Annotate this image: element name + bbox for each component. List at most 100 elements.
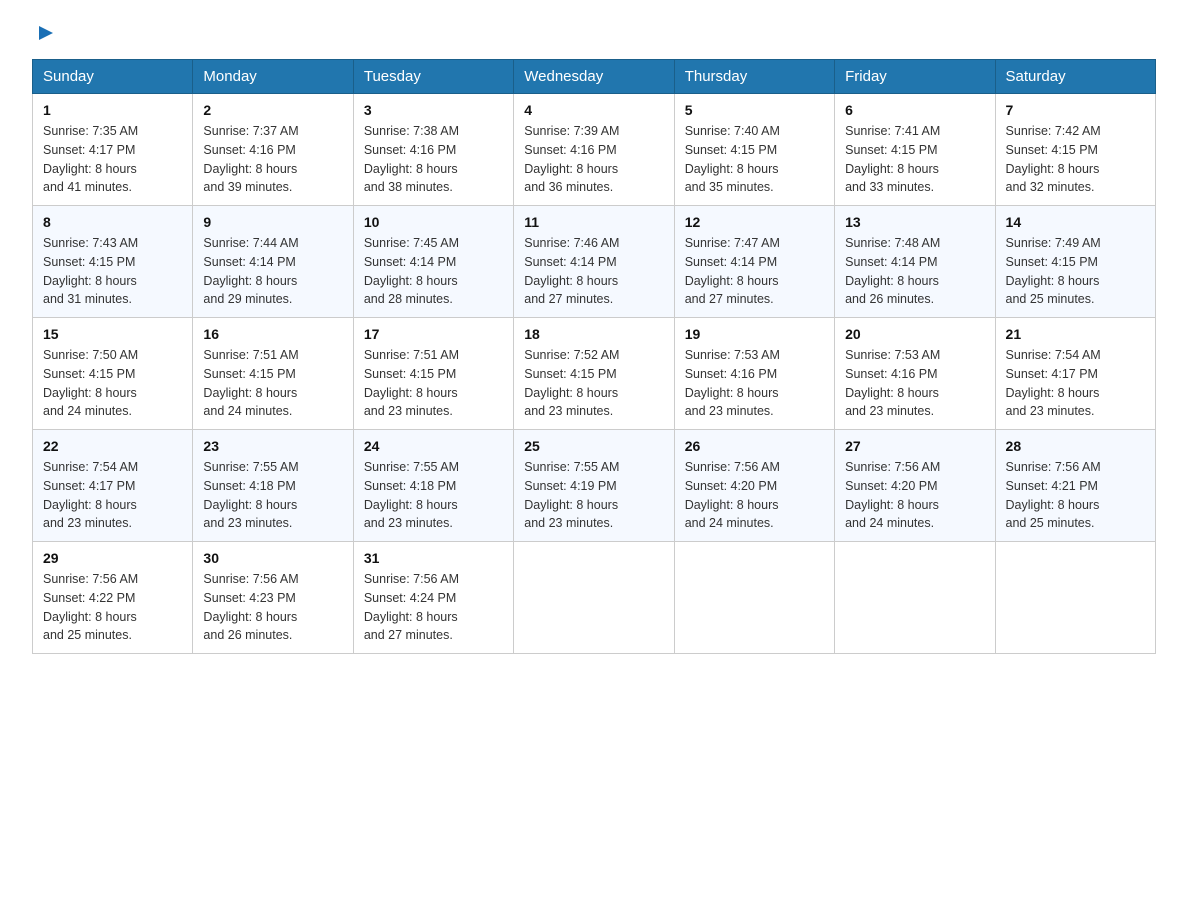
day-number: 18 — [524, 326, 663, 342]
weekday-header-row: SundayMondayTuesdayWednesdayThursdayFrid… — [33, 60, 1156, 94]
day-number: 21 — [1006, 326, 1145, 342]
calendar-week-row: 22 Sunrise: 7:54 AMSunset: 4:17 PMDayligh… — [33, 430, 1156, 542]
calendar-day-cell: 13 Sunrise: 7:48 AMSunset: 4:14 PMDayligh… — [835, 206, 995, 318]
day-info: Sunrise: 7:47 AMSunset: 4:14 PMDaylight:… — [685, 234, 824, 309]
day-number: 24 — [364, 438, 503, 454]
day-info: Sunrise: 7:56 AMSunset: 4:23 PMDaylight:… — [203, 570, 342, 645]
day-number: 11 — [524, 214, 663, 230]
logo — [32, 24, 55, 47]
day-info: Sunrise: 7:56 AMSunset: 4:22 PMDaylight:… — [43, 570, 182, 645]
day-number: 22 — [43, 438, 182, 454]
weekday-header-saturday: Saturday — [995, 60, 1155, 94]
day-info: Sunrise: 7:43 AMSunset: 4:15 PMDaylight:… — [43, 234, 182, 309]
calendar-day-cell: 24 Sunrise: 7:55 AMSunset: 4:18 PMDayligh… — [353, 430, 513, 542]
calendar-week-row: 29 Sunrise: 7:56 AMSunset: 4:22 PMDayligh… — [33, 542, 1156, 654]
day-info: Sunrise: 7:53 AMSunset: 4:16 PMDaylight:… — [845, 346, 984, 421]
day-number: 8 — [43, 214, 182, 230]
calendar-day-cell: 18 Sunrise: 7:52 AMSunset: 4:15 PMDayligh… — [514, 318, 674, 430]
empty-cell — [995, 542, 1155, 654]
day-info: Sunrise: 7:51 AMSunset: 4:15 PMDaylight:… — [203, 346, 342, 421]
calendar-day-cell: 28 Sunrise: 7:56 AMSunset: 4:21 PMDayligh… — [995, 430, 1155, 542]
empty-cell — [835, 542, 995, 654]
day-number: 26 — [685, 438, 824, 454]
day-number: 27 — [845, 438, 984, 454]
day-info: Sunrise: 7:44 AMSunset: 4:14 PMDaylight:… — [203, 234, 342, 309]
calendar-day-cell: 7 Sunrise: 7:42 AMSunset: 4:15 PMDaylight… — [995, 94, 1155, 206]
calendar-day-cell: 31 Sunrise: 7:56 AMSunset: 4:24 PMDayligh… — [353, 542, 513, 654]
day-info: Sunrise: 7:55 AMSunset: 4:19 PMDaylight:… — [524, 458, 663, 533]
day-number: 30 — [203, 550, 342, 566]
calendar-day-cell: 27 Sunrise: 7:56 AMSunset: 4:20 PMDayligh… — [835, 430, 995, 542]
day-number: 1 — [43, 102, 182, 118]
calendar-week-row: 15 Sunrise: 7:50 AMSunset: 4:15 PMDayligh… — [33, 318, 1156, 430]
calendar-day-cell: 29 Sunrise: 7:56 AMSunset: 4:22 PMDayligh… — [33, 542, 193, 654]
calendar-day-cell: 12 Sunrise: 7:47 AMSunset: 4:14 PMDayligh… — [674, 206, 834, 318]
calendar-day-cell: 17Sunrise: 7:51 AMSunset: 4:15 PMDayligh… — [353, 318, 513, 430]
weekday-header-monday: Monday — [193, 60, 353, 94]
calendar-day-cell: 14Sunrise: 7:49 AMSunset: 4:15 PMDayligh… — [995, 206, 1155, 318]
day-number: 10 — [364, 214, 503, 230]
day-number: 7 — [1006, 102, 1145, 118]
day-info: Sunrise: 7:56 AMSunset: 4:20 PMDaylight:… — [845, 458, 984, 533]
calendar-day-cell: 11Sunrise: 7:46 AMSunset: 4:14 PMDayligh… — [514, 206, 674, 318]
calendar-day-cell: 30 Sunrise: 7:56 AMSunset: 4:23 PMDayligh… — [193, 542, 353, 654]
day-info: Sunrise: 7:35 AMSunset: 4:17 PMDaylight:… — [43, 122, 182, 197]
weekday-header-thursday: Thursday — [674, 60, 834, 94]
calendar-week-row: 1 Sunrise: 7:35 AMSunset: 4:17 PMDaylight… — [33, 94, 1156, 206]
day-number: 2 — [203, 102, 342, 118]
day-number: 3 — [364, 102, 503, 118]
day-info: Sunrise: 7:39 AMSunset: 4:16 PMDaylight:… — [524, 122, 663, 197]
day-number: 12 — [685, 214, 824, 230]
calendar-day-cell: 19 Sunrise: 7:53 AMSunset: 4:16 PMDayligh… — [674, 318, 834, 430]
day-info: Sunrise: 7:48 AMSunset: 4:14 PMDaylight:… — [845, 234, 984, 309]
weekday-header-sunday: Sunday — [33, 60, 193, 94]
day-number: 29 — [43, 550, 182, 566]
calendar-day-cell: 1 Sunrise: 7:35 AMSunset: 4:17 PMDaylight… — [33, 94, 193, 206]
day-number: 14 — [1006, 214, 1145, 230]
weekday-header-wednesday: Wednesday — [514, 60, 674, 94]
calendar-day-cell: 22 Sunrise: 7:54 AMSunset: 4:17 PMDayligh… — [33, 430, 193, 542]
day-number: 20 — [845, 326, 984, 342]
calendar-week-row: 8 Sunrise: 7:43 AMSunset: 4:15 PMDaylight… — [33, 206, 1156, 318]
day-info: Sunrise: 7:54 AMSunset: 4:17 PMDaylight:… — [43, 458, 182, 533]
day-info: Sunrise: 7:56 AMSunset: 4:24 PMDaylight:… — [364, 570, 503, 645]
empty-cell — [514, 542, 674, 654]
calendar-day-cell: 6 Sunrise: 7:41 AMSunset: 4:15 PMDaylight… — [835, 94, 995, 206]
day-number: 9 — [203, 214, 342, 230]
calendar-day-cell: 4Sunrise: 7:39 AMSunset: 4:16 PMDaylight… — [514, 94, 674, 206]
weekday-header-friday: Friday — [835, 60, 995, 94]
calendar-day-cell: 8 Sunrise: 7:43 AMSunset: 4:15 PMDaylight… — [33, 206, 193, 318]
day-info: Sunrise: 7:41 AMSunset: 4:15 PMDaylight:… — [845, 122, 984, 197]
weekday-header-tuesday: Tuesday — [353, 60, 513, 94]
empty-cell — [674, 542, 834, 654]
day-number: 31 — [364, 550, 503, 566]
calendar-day-cell: 16Sunrise: 7:51 AMSunset: 4:15 PMDayligh… — [193, 318, 353, 430]
day-info: Sunrise: 7:52 AMSunset: 4:15 PMDaylight:… — [524, 346, 663, 421]
calendar-day-cell: 23Sunrise: 7:55 AMSunset: 4:18 PMDayligh… — [193, 430, 353, 542]
day-info: Sunrise: 7:54 AMSunset: 4:17 PMDaylight:… — [1006, 346, 1145, 421]
day-info: Sunrise: 7:53 AMSunset: 4:16 PMDaylight:… — [685, 346, 824, 421]
day-info: Sunrise: 7:38 AMSunset: 4:16 PMDaylight:… — [364, 122, 503, 197]
day-number: 5 — [685, 102, 824, 118]
calendar-day-cell: 26 Sunrise: 7:56 AMSunset: 4:20 PMDayligh… — [674, 430, 834, 542]
calendar-day-cell: 5 Sunrise: 7:40 AMSunset: 4:15 PMDaylight… — [674, 94, 834, 206]
day-number: 19 — [685, 326, 824, 342]
day-number: 28 — [1006, 438, 1145, 454]
calendar-day-cell: 10Sunrise: 7:45 AMSunset: 4:14 PMDayligh… — [353, 206, 513, 318]
calendar-day-cell: 21 Sunrise: 7:54 AMSunset: 4:17 PMDayligh… — [995, 318, 1155, 430]
day-number: 6 — [845, 102, 984, 118]
day-info: Sunrise: 7:40 AMSunset: 4:15 PMDaylight:… — [685, 122, 824, 197]
day-info: Sunrise: 7:56 AMSunset: 4:20 PMDaylight:… — [685, 458, 824, 533]
day-info: Sunrise: 7:50 AMSunset: 4:15 PMDaylight:… — [43, 346, 182, 421]
day-info: Sunrise: 7:55 AMSunset: 4:18 PMDaylight:… — [364, 458, 503, 533]
day-info: Sunrise: 7:51 AMSunset: 4:15 PMDaylight:… — [364, 346, 503, 421]
day-info: Sunrise: 7:56 AMSunset: 4:21 PMDaylight:… — [1006, 458, 1145, 533]
page-header — [32, 24, 1156, 47]
logo-triangle-icon — [37, 24, 55, 47]
day-number: 13 — [845, 214, 984, 230]
day-number: 15 — [43, 326, 182, 342]
day-info: Sunrise: 7:42 AMSunset: 4:15 PMDaylight:… — [1006, 122, 1145, 197]
calendar-day-cell: 20 Sunrise: 7:53 AMSunset: 4:16 PMDayligh… — [835, 318, 995, 430]
calendar-day-cell: 3 Sunrise: 7:38 AMSunset: 4:16 PMDaylight… — [353, 94, 513, 206]
calendar-day-cell: 25Sunrise: 7:55 AMSunset: 4:19 PMDayligh… — [514, 430, 674, 542]
